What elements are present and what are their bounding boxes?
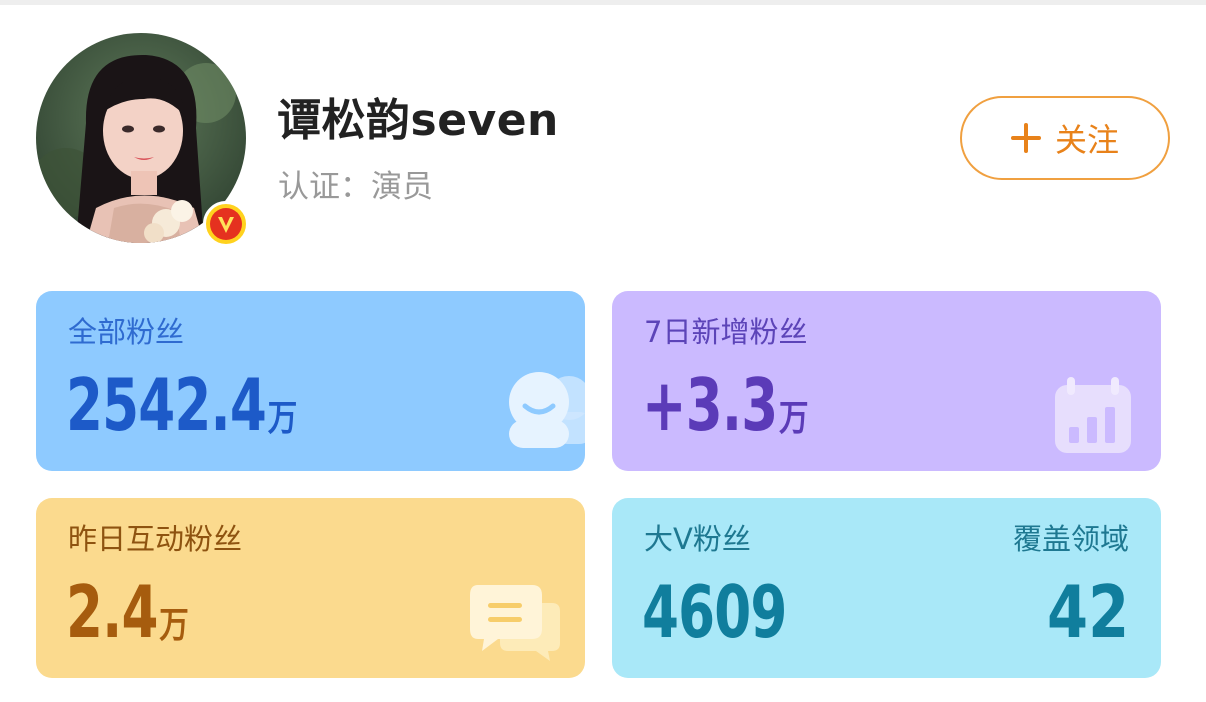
fans-icon (503, 368, 585, 454)
follow-button-label: 关注 (1054, 121, 1119, 159)
stat-card-total-fans[interactable]: 全部粉丝 2542.4万 (36, 291, 585, 471)
stat-value: 2.4万 (66, 570, 189, 654)
stat-value-big-v: 4609 (642, 570, 787, 654)
stat-card-new-fans-7d[interactable]: 7日新增粉丝 +3.3万 (612, 291, 1161, 471)
profile-name: 谭松韵seven (277, 95, 559, 146)
stat-card-big-v-fans[interactable]: 大V粉丝 4609 覆盖领域 42 (612, 498, 1161, 678)
stat-card-interactive-fans[interactable]: 昨日互动粉丝 2.4万 (36, 498, 585, 678)
chat-bubble-icon (470, 581, 562, 667)
verification-label: 认证：演员 (278, 169, 433, 205)
top-divider (0, 0, 1206, 5)
stat-label-coverage: 覆盖领域 (1012, 522, 1129, 556)
stat-value: +3.3万 (642, 363, 808, 447)
stat-value-coverage: 42 (1046, 570, 1129, 654)
calendar-chart-icon (1053, 375, 1133, 459)
stat-value: 2542.4万 (66, 363, 297, 447)
stat-label-big-v: 大V粉丝 (644, 522, 751, 556)
plus-icon (1010, 123, 1041, 153)
stat-label: 昨日互动粉丝 (68, 522, 243, 556)
follow-button[interactable]: 关注 (960, 96, 1170, 180)
stat-label: 全部粉丝 (68, 315, 185, 349)
verified-v-badge-icon (203, 201, 249, 247)
stat-label: 7日新增粉丝 (644, 315, 808, 349)
